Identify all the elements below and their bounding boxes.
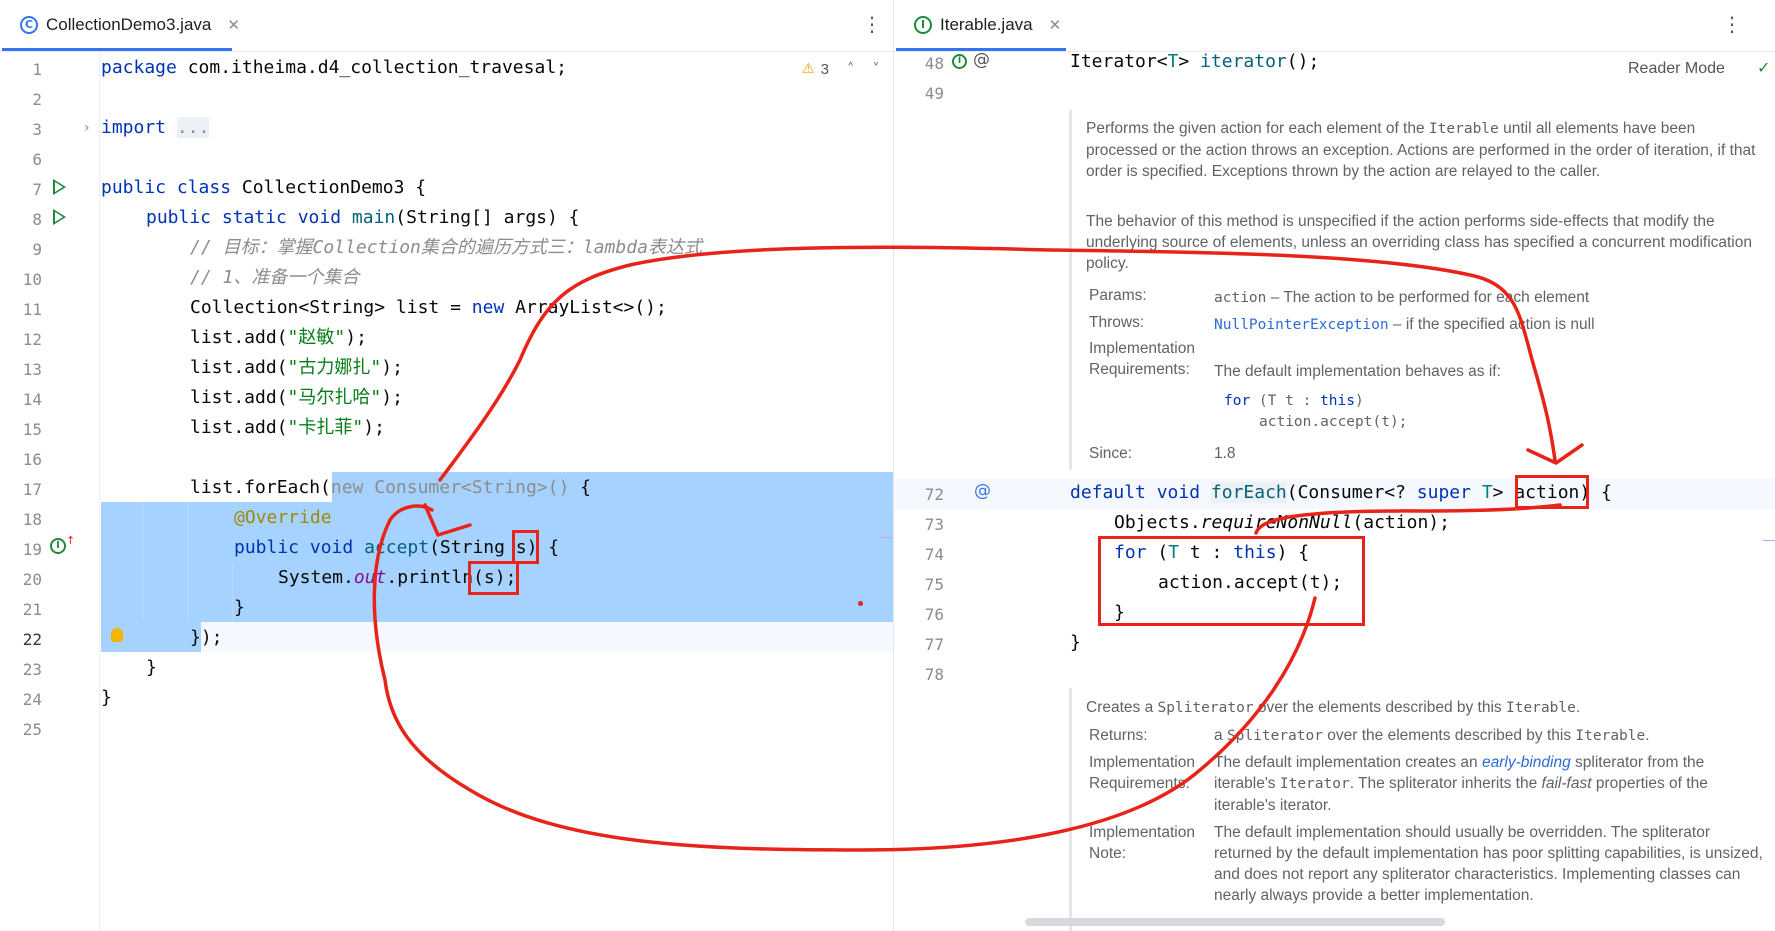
annotation-link-requirenonnull: [1254, 503, 1562, 535]
annotation-arrow-to-action: [438, 245, 1557, 482]
annotation-loop-to-accept: [372, 504, 1317, 852]
annotation-strokes: [372, 245, 1584, 852]
